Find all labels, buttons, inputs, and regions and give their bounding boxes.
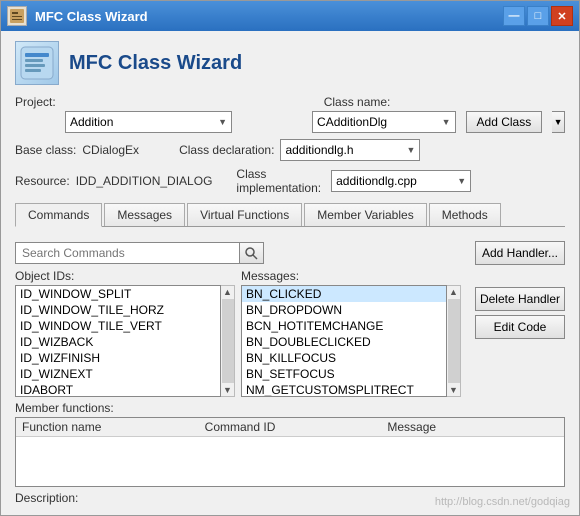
watermark: http://blog.csdn.net/godqiag	[435, 496, 570, 508]
classname-group: Class name:	[324, 95, 391, 109]
member-functions-label: Member functions:	[15, 401, 565, 415]
base-class-label: Base class:	[15, 143, 76, 157]
project-group: Project:	[15, 95, 56, 109]
resource-label: Resource:	[15, 174, 70, 188]
window-icon	[7, 6, 27, 26]
window-title: MFC Class Wizard	[35, 9, 503, 24]
resource-value: IDD_ADDITION_DIALOG	[76, 174, 213, 188]
list-item[interactable]: ID_WIZFINISH	[16, 350, 220, 366]
window-controls: — □ ✕	[503, 6, 573, 26]
classname-dropdown-arrow: ▼	[442, 117, 451, 127]
description-label: Description:	[15, 491, 78, 505]
list-item[interactable]: BCN_HOTITEMCHANGE	[242, 318, 446, 334]
messages-list[interactable]: BN_CLICKED BN_DROPDOWN BCN_HOTITEMCHANGE…	[241, 285, 447, 397]
dialog-content: MFC Class Wizard Project: Class name: Pr…	[1, 31, 579, 515]
tab-messages[interactable]: Messages	[104, 203, 185, 226]
tabs-container: Commands Messages Virtual Functions Memb…	[15, 203, 565, 227]
labels-row: Base class: CDialogEx Class declaration:…	[15, 139, 565, 161]
wizard-title: MFC Class Wizard	[69, 52, 242, 75]
messages-section: Messages: BN_CLICKED BN_DROPDOWN BCN_HOT…	[241, 269, 461, 397]
header-row: MFC Class Wizard	[15, 41, 565, 85]
class-decl-arrow: ▼	[407, 145, 416, 155]
list-item[interactable]: ID_WINDOW_TILE_HORZ	[16, 302, 220, 318]
tab-methods[interactable]: Methods	[429, 203, 501, 226]
member-functions-table[interactable]: Function name Command ID Message	[15, 417, 565, 487]
resource-group: Resource: IDD_ADDITION_DIALOG	[15, 174, 212, 188]
messages-label: Messages:	[241, 269, 461, 283]
list-item[interactable]: IDABORT	[16, 382, 220, 397]
list-item[interactable]: BN_DROPDOWN	[242, 302, 446, 318]
search-input[interactable]	[15, 242, 240, 264]
dropdowns-row: Project: Addition ▼ Class name: CAdditio…	[15, 111, 565, 133]
list-item[interactable]: ID_WIZNEXT	[16, 366, 220, 382]
class-decl-group: Class declaration: additiondlg.h ▼	[179, 139, 420, 161]
col-function-name: Function name	[16, 420, 199, 434]
project-classname-row: Project: Class name:	[15, 95, 565, 109]
search-button[interactable]	[240, 242, 264, 264]
classname-value: CAdditionDlg	[317, 115, 387, 129]
class-impl-group: Classimplementation: additiondlg.cpp ▼	[236, 167, 471, 195]
class-impl-arrow: ▼	[457, 176, 466, 186]
edit-code-button[interactable]: Edit Code	[475, 315, 565, 339]
list-item[interactable]: NM_GETCUSTOMSPLITRECT	[242, 382, 446, 397]
tab-virtual-functions[interactable]: Virtual Functions	[187, 203, 302, 226]
project-dropdown[interactable]: Addition ▼	[65, 111, 232, 133]
tab-commands[interactable]: Commands	[15, 203, 102, 227]
search-row: Add Handler...	[15, 241, 565, 265]
restore-button[interactable]: □	[527, 6, 549, 26]
list-item[interactable]: ID_WINDOW_SPLIT	[16, 286, 220, 302]
classname-dropdown[interactable]: CAdditionDlg ▼	[312, 111, 455, 133]
right-buttons: Delete Handler Edit Code	[475, 269, 565, 397]
base-class-value: CDialogEx	[82, 143, 139, 157]
project-dropdown-arrow: ▼	[218, 117, 227, 127]
col-message: Message	[381, 420, 564, 434]
add-class-dropdown-button[interactable]: ▼	[552, 111, 565, 133]
list-item[interactable]: BN_CLICKED	[242, 286, 446, 302]
object-ids-section: Object IDs: ID_WINDOW_SPLIT ID_WINDOW_TI…	[15, 269, 235, 397]
main-window: MFC Class Wizard — □ ✕ MFC Class Wizard	[0, 0, 580, 516]
list-item[interactable]: BN_KILLFOCUS	[242, 350, 446, 366]
class-impl-value: additiondlg.cpp	[336, 174, 417, 188]
object-ids-label: Object IDs:	[15, 269, 235, 283]
minimize-button[interactable]: —	[503, 6, 525, 26]
resource-row: Resource: IDD_ADDITION_DIALOG Classimple…	[15, 167, 565, 195]
list-item[interactable]: BN_SETFOCUS	[242, 366, 446, 382]
commands-area: Add Handler... Object IDs: ID_WINDOW_SPL…	[15, 233, 565, 505]
project-label: Project:	[15, 95, 56, 109]
col-command-id: Command ID	[199, 420, 382, 434]
list-item[interactable]: ID_WIZBACK	[16, 334, 220, 350]
class-decl-value: additiondlg.h	[285, 143, 353, 157]
member-functions-section: Member functions: Function name Command …	[15, 401, 565, 487]
lists-and-buttons: Object IDs: ID_WINDOW_SPLIT ID_WINDOW_TI…	[15, 269, 565, 397]
classname-label: Class name:	[324, 95, 391, 109]
tab-member-variables[interactable]: Member Variables	[304, 203, 426, 226]
list-item[interactable]: BN_DOUBLECLICKED	[242, 334, 446, 350]
add-handler-button[interactable]: Add Handler...	[475, 241, 565, 265]
class-impl-label: Classimplementation:	[236, 167, 321, 195]
class-decl-dropdown[interactable]: additiondlg.h ▼	[280, 139, 420, 161]
base-class-group: Base class: CDialogEx	[15, 143, 139, 157]
object-ids-list[interactable]: ID_WINDOW_SPLIT ID_WINDOW_TILE_HORZ ID_W…	[15, 285, 221, 397]
add-class-button[interactable]: Add Class	[466, 111, 543, 133]
delete-handler-button[interactable]: Delete Handler	[475, 287, 565, 311]
class-decl-label: Class declaration:	[179, 143, 274, 157]
close-button[interactable]: ✕	[551, 6, 573, 26]
list-item[interactable]: ID_WINDOW_TILE_VERT	[16, 318, 220, 334]
project-value: Addition	[70, 115, 113, 129]
class-impl-dropdown[interactable]: additiondlg.cpp ▼	[331, 170, 471, 192]
title-bar: MFC Class Wizard — □ ✕	[1, 1, 579, 31]
wizard-icon	[15, 41, 59, 85]
member-table-header: Function name Command ID Message	[16, 418, 564, 437]
